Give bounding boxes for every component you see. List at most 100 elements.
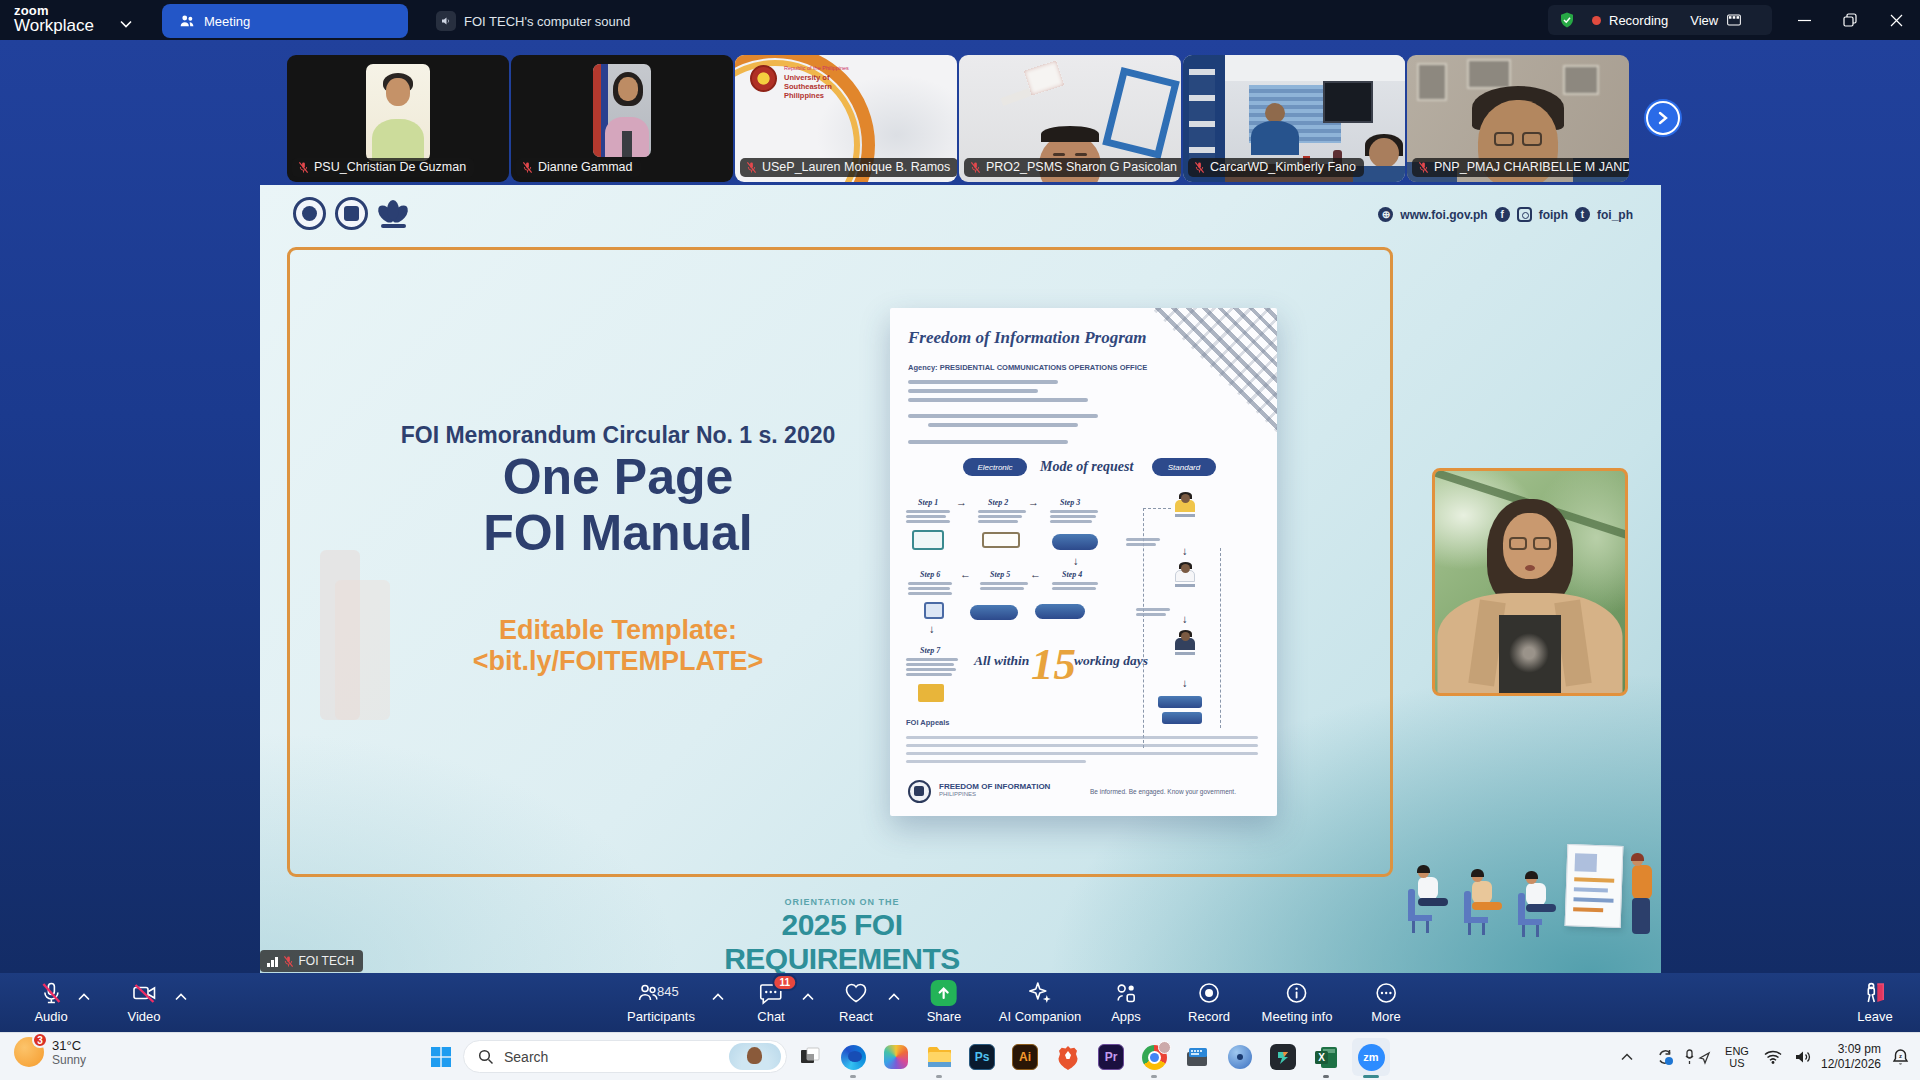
notification-bell-icon[interactable]: z — [1886, 1033, 1914, 1080]
slide-social-header: ⊕ www.foi.gov.ph f foiph t foi_ph — [1378, 207, 1633, 222]
next-participants-button[interactable] — [1646, 101, 1680, 135]
participant-name: Dianne Gammad — [538, 160, 633, 174]
video-tile[interactable]: PNP_PMAJ CHARIBELLE M JAND... — [1407, 55, 1629, 182]
facebook-icon: f — [1495, 207, 1510, 222]
chevron-down-icon[interactable] — [120, 14, 132, 32]
start-button[interactable] — [426, 1042, 456, 1072]
shield-check-icon — [1558, 11, 1576, 29]
video-tile[interactable]: PSU_Christian De Guzman — [287, 55, 509, 182]
audio-button[interactable]: Audio — [34, 980, 67, 1024]
weather-widget[interactable]: 3 31°C Sunny — [14, 1037, 86, 1067]
zoom-app-icon[interactable]: zm — [1352, 1038, 1390, 1076]
person-figure — [1172, 632, 1198, 655]
minimize-button[interactable] — [1782, 0, 1826, 40]
svg-text:X: X — [1318, 1052, 1325, 1063]
illustrator-icon[interactable]: Ai — [1010, 1042, 1040, 1072]
windows-taskbar: 3 31°C Sunny Search Ps Ai Pr — [0, 1032, 1920, 1080]
watermark-label: FOI TECH — [299, 954, 355, 968]
clock-widget[interactable]: 3:09 pm12/01/2026 — [1818, 1033, 1884, 1080]
view-button[interactable]: View — [1690, 13, 1718, 28]
button-icon — [1035, 604, 1085, 619]
volume-icon[interactable] — [1788, 1033, 1818, 1080]
file-explorer-icon[interactable] — [924, 1042, 954, 1072]
language-indicator[interactable]: ENGUS — [1718, 1033, 1756, 1080]
video-button[interactable]: Video — [127, 980, 160, 1024]
slide-logos — [293, 197, 410, 230]
zoom-titlebar: zoom Workplace Meeting FOI TECH's comput… — [0, 0, 1920, 40]
excel-icon[interactable]: X — [1311, 1042, 1341, 1072]
signal-bars-icon — [267, 956, 278, 967]
memo-circular-title: FOI Memorandum Circular No. 1 s. 2020 — [333, 422, 903, 449]
tray-chevron-icon[interactable] — [1612, 1033, 1642, 1080]
participant-name-pill: PSU_Christian De Guzman — [292, 158, 474, 177]
filmora-icon[interactable] — [1268, 1042, 1298, 1072]
meeting-status-pill: Recording View — [1548, 5, 1772, 35]
mode-of-request-heading: Mode of request — [1040, 459, 1133, 475]
audio-options-caret[interactable] — [78, 987, 90, 1005]
button-icon — [970, 605, 1018, 620]
share-screen-icon — [931, 980, 957, 1006]
restore-button[interactable] — [1828, 0, 1872, 40]
react-button[interactable]: React — [839, 980, 873, 1024]
video-tile[interactable]: CarcarWD_Kimberly Fano — [1183, 55, 1405, 182]
mic-muted-icon — [970, 161, 981, 174]
photoshop-icon[interactable]: Ps — [967, 1042, 997, 1072]
person-figure — [1172, 564, 1198, 587]
task-view-icon[interactable] — [795, 1042, 825, 1072]
button-icon — [1158, 696, 1202, 708]
search-placeholder: Search — [504, 1049, 729, 1065]
close-button[interactable] — [1874, 0, 1918, 40]
copilot-icon[interactable] — [881, 1042, 911, 1072]
mic-muted-icon — [1194, 161, 1205, 174]
orientation-title-block: ORIENTATION ON THE 2025 FOI REQUIREMENTS… — [692, 897, 992, 973]
electronic-badge: Electronic — [963, 458, 1027, 476]
meeting-content-area: PSU_Christian De Guzman Dianne Gammad Re… — [0, 40, 1920, 973]
record-button[interactable]: Record — [1188, 980, 1230, 1024]
ai-companion-button[interactable]: AI Companion — [999, 980, 1081, 1024]
participants-count: 845 — [657, 984, 679, 999]
video-options-caret[interactable] — [175, 987, 187, 1005]
calendar-icon — [924, 602, 944, 619]
more-button[interactable]: More — [1371, 980, 1401, 1024]
media-player-icon[interactable] — [1225, 1042, 1255, 1072]
document-title: Freedom of Information Program — [908, 328, 1147, 348]
video-tile[interactable]: PRO2_PSMS Sharon G Pasicolan — [959, 55, 1181, 182]
mic-muted-icon — [1418, 161, 1429, 174]
brave-icon[interactable] — [1053, 1042, 1083, 1072]
tab-meeting-label: Meeting — [204, 14, 250, 29]
react-caret[interactable] — [888, 987, 900, 1005]
video-tile[interactable]: Republic of the Philippines University o… — [735, 55, 957, 182]
search-icon — [478, 1049, 494, 1065]
premiere-icon[interactable]: Pr — [1096, 1042, 1126, 1072]
foi-footer-logo — [908, 780, 931, 803]
chat-button[interactable]: 11 Chat — [757, 980, 784, 1024]
participant-name: PSU_Christian De Guzman — [314, 160, 466, 174]
lotus-logo-icon — [377, 197, 410, 230]
apps-button[interactable]: Apps — [1111, 980, 1141, 1024]
meeting-info-button[interactable]: Meeting info — [1262, 980, 1333, 1024]
button-icon — [1052, 534, 1098, 550]
foi-manual-document: Freedom of Information Program Agency: P… — [890, 308, 1277, 816]
people-illustration — [1406, 837, 1661, 963]
chat-caret[interactable] — [802, 987, 814, 1005]
envelope-icon — [918, 684, 944, 702]
tray-sync-icon[interactable] — [1650, 1033, 1680, 1080]
participants-button[interactable]: 845 Participants — [627, 980, 695, 1024]
edge-icon[interactable] — [838, 1042, 868, 1072]
share-button[interactable]: Share — [927, 980, 962, 1024]
view-grid-icon[interactable] — [1726, 13, 1742, 27]
remote-keyboard-icon[interactable] — [1182, 1042, 1212, 1072]
foi-appeals-heading: FOI Appeals — [906, 718, 949, 727]
participants-caret[interactable] — [712, 987, 724, 1005]
tab-meeting[interactable]: Meeting — [162, 4, 408, 38]
chrome-icon[interactable] — [1139, 1042, 1169, 1072]
tray-mic-location-icon[interactable] — [1681, 1033, 1715, 1080]
wifi-icon[interactable] — [1758, 1033, 1788, 1080]
tab-computer-sound[interactable]: FOI TECH's computer sound — [420, 4, 646, 38]
social-handle: foiph — [1539, 208, 1568, 222]
globe-icon: ⊕ — [1378, 207, 1393, 222]
search-input[interactable]: Search — [463, 1040, 787, 1073]
participant-photo — [593, 64, 651, 157]
video-tile[interactable]: Dianne Gammad — [511, 55, 733, 182]
leave-button[interactable]: Leave — [1857, 980, 1892, 1024]
